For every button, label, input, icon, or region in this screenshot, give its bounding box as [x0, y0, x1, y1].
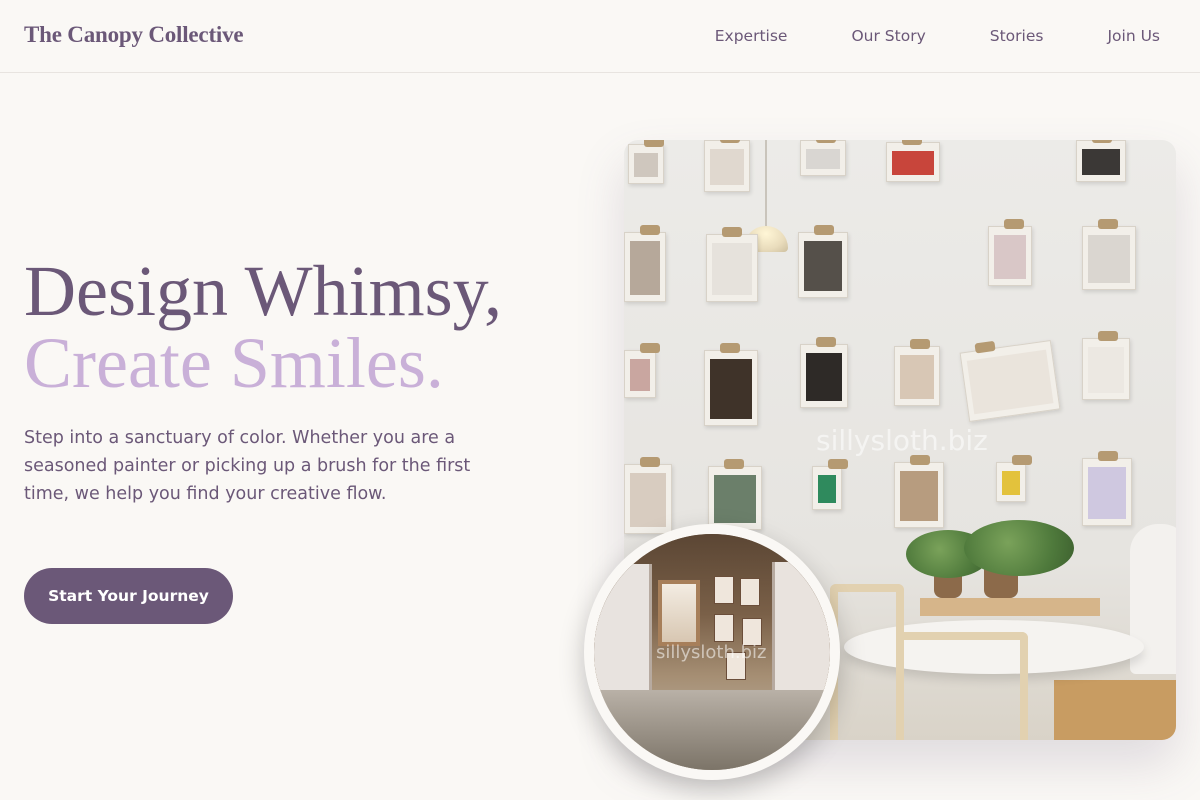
clipboard	[1076, 140, 1126, 182]
headline-line-2: Create Smiles.	[24, 323, 444, 403]
image-watermark: sillysloth.biz	[816, 424, 988, 457]
start-journey-button[interactable]: Start Your Journey	[24, 568, 233, 624]
nav-link-expertise[interactable]: Expertise	[715, 27, 788, 45]
clipboard	[959, 339, 1061, 423]
clipboard	[894, 339, 940, 406]
clipboard	[988, 219, 1032, 286]
studio-window	[658, 580, 700, 646]
headline-line-1: Design Whimsy,	[24, 251, 502, 331]
clipboard	[800, 337, 848, 408]
clipboard	[886, 140, 940, 182]
hero-inset-image: sillysloth.biz	[584, 524, 840, 780]
lamp-cord	[765, 140, 767, 228]
clipboard	[704, 343, 758, 426]
clipboard	[708, 459, 762, 530]
clipboard	[704, 140, 750, 192]
clipboard	[1082, 451, 1132, 526]
wall-art	[714, 614, 734, 642]
clipboard	[798, 225, 848, 298]
clipboard	[624, 225, 666, 302]
clipboard	[624, 343, 660, 398]
hero-description: Step into a sanctuary of color. Whether …	[24, 428, 471, 504]
clipboard	[628, 140, 664, 184]
brand-logo[interactable]: The Canopy Collective	[24, 22, 244, 48]
wooden-chair	[830, 584, 904, 740]
wooden-chair	[896, 632, 1028, 740]
clipboard	[706, 227, 758, 302]
clipboard	[996, 455, 1032, 502]
nav-link-our-story[interactable]: Our Story	[851, 27, 925, 45]
main-nav: Expertise Our Story Stories Join Us	[715, 27, 1160, 45]
plant	[964, 520, 1074, 576]
site-header: The Canopy Collective Expertise Our Stor…	[0, 0, 1200, 73]
clipboard	[812, 459, 848, 510]
clipboard	[1082, 331, 1130, 400]
nav-link-join-us[interactable]: Join Us	[1107, 27, 1160, 45]
clipboard	[1082, 219, 1136, 290]
clipboard	[800, 140, 846, 176]
paint-splattered-floor	[594, 690, 830, 770]
wooden-cabinet	[1054, 680, 1176, 740]
wall-art	[714, 576, 734, 604]
hero-headline: Design Whimsy, Create Smiles.	[24, 255, 502, 399]
clipboard	[624, 457, 672, 534]
clipboard	[894, 455, 944, 528]
wall-shelf	[920, 598, 1100, 616]
nav-link-stories[interactable]: Stories	[990, 27, 1044, 45]
inset-watermark: sillysloth.biz	[656, 642, 767, 663]
wall-art	[740, 578, 760, 606]
